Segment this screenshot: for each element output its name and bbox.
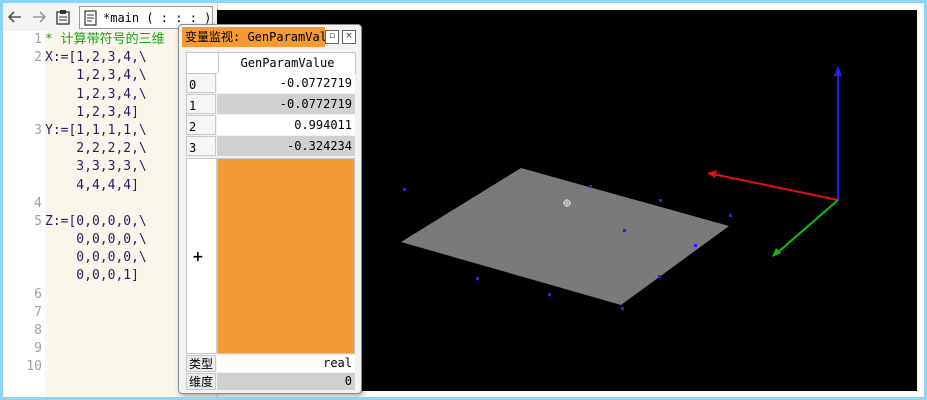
line-number [3, 177, 45, 195]
value-row[interactable]: 2 0.994011 [186, 115, 356, 136]
empty-value-area [217, 158, 355, 354]
line-number [3, 249, 45, 267]
line-number: 5 [34, 213, 42, 229]
type-value: real [217, 355, 355, 372]
axis-gizmo [707, 66, 842, 257]
line-number: 3 [34, 122, 42, 138]
line-number: 9 [34, 341, 42, 357]
add-row-cell[interactable]: + [186, 158, 217, 354]
restore-icon[interactable]: ▫ [325, 30, 339, 44]
arrow-right-icon[interactable] [29, 7, 49, 27]
line-number: 1 [34, 32, 42, 47]
document-icon [84, 9, 97, 26]
row-index: 2 [186, 115, 216, 135]
value-row[interactable]: 0 -0.0772719 [186, 73, 356, 94]
line-number [3, 104, 45, 122]
line-number [3, 67, 45, 85]
close-icon[interactable]: × [342, 30, 356, 44]
fitted-plane [401, 168, 729, 305]
row-value[interactable]: -0.324234 [217, 136, 355, 156]
value-row[interactable]: 3 -0.324234 [186, 136, 356, 157]
clipboard-icon[interactable] [53, 7, 73, 27]
monitor-title[interactable]: 变量监视: GenParamValue [182, 27, 325, 47]
arrow-left-icon[interactable] [5, 7, 25, 27]
dimension-label: 维度 [186, 373, 216, 390]
row-index: 3 [186, 136, 216, 156]
row-value[interactable]: -0.0772719 [217, 94, 355, 114]
row-value[interactable]: -0.0772719 [217, 73, 355, 93]
plus-icon: + [192, 249, 204, 265]
line-number [3, 86, 45, 104]
line-number: 4 [34, 195, 42, 211]
line-number: 8 [34, 323, 42, 338]
row-value[interactable]: 0.994011 [217, 115, 355, 135]
line-number-gutter: 1 2 3 4 5 6 7 8 9 10 [3, 31, 45, 397]
line-number: 2 [34, 50, 42, 66]
dimension-row: 维度 0 [186, 373, 356, 390]
column-header[interactable]: GenParamValue [218, 53, 356, 73]
grid-header: GenParamValue [186, 52, 356, 74]
type-label: 类型 [186, 355, 216, 372]
line-number [3, 231, 45, 249]
type-row: 类型 real [186, 355, 356, 372]
app-window: *main ( : : : ) 1 2 3 4 5 6 7 8 9 10 * 计算带符号的三维 X:… [3, 3, 924, 397]
variable-monitor-window[interactable]: 变量监视: GenParamValue ▫ × GenParamValue 0-… [178, 24, 362, 394]
line-number [3, 158, 45, 176]
line-number: 6 [34, 286, 42, 302]
line-number [3, 267, 45, 285]
line-number: 10 [26, 359, 42, 375]
row-index: 1 [186, 94, 216, 114]
line-number [3, 140, 45, 158]
row-index: 0 [186, 73, 216, 93]
dimension-value: 0 [217, 373, 355, 390]
value-row[interactable]: 1 -0.0772719 [186, 94, 356, 115]
tab-label: *main ( : : : ) [103, 10, 212, 25]
line-number: 7 [34, 304, 42, 320]
